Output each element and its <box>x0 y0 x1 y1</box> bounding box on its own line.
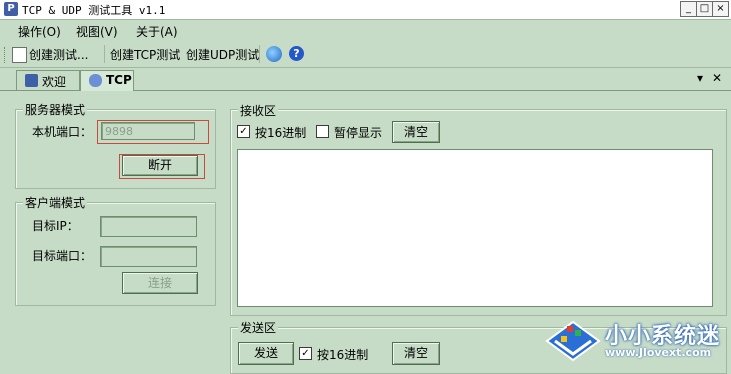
toolbar-separator <box>104 45 105 63</box>
close-button[interactable]: × <box>712 1 729 17</box>
disconnect-button[interactable]: 断开 <box>122 155 198 176</box>
tab-welcome-label: 欢迎 <box>42 75 67 89</box>
send-hex-checkbox[interactable]: ✓ <box>299 347 312 360</box>
tab-close-icon[interactable]: ✕ <box>712 71 722 85</box>
receive-clear-button[interactable]: 清空 <box>392 121 440 143</box>
toolbar-grip <box>4 47 8 63</box>
target-ip-label: 目标IP： <box>32 219 79 233</box>
connect-button[interactable]: 连接 <box>122 272 198 294</box>
local-port-input[interactable]: 9898 <box>101 122 195 140</box>
server-mode-legend: 服务器模式 <box>23 101 88 118</box>
send-legend: 发送区 <box>238 319 279 336</box>
create-tcp-test-button[interactable]: 创建TCP测试 <box>110 46 180 63</box>
local-port-label: 本机端口： <box>32 125 93 139</box>
send-clear-button[interactable]: 清空 <box>392 342 440 365</box>
help-icon[interactable]: ? <box>289 46 304 61</box>
window-title: TCP & UDP 测试工具 v1.1 <box>22 4 166 17</box>
menu-operate[interactable]: 操作(O) <box>18 23 61 40</box>
watermark-logo: 小小系统迷 www.Jlovext.com <box>543 316 729 366</box>
pause-display-label: 暂停显示 <box>334 126 383 140</box>
welcome-tab-icon <box>25 74 38 87</box>
watermark-url: www.Jlovext.com <box>605 346 712 359</box>
target-port-input[interactable] <box>100 246 197 267</box>
menu-view[interactable]: 视图(V) <box>76 23 118 40</box>
tab-tcp-label: TCP <box>106 73 132 87</box>
minimize-button[interactable]: _ <box>680 1 697 17</box>
tab-tcp[interactable]: TCP <box>80 70 134 91</box>
pause-display-checkbox[interactable] <box>316 125 329 138</box>
toolbar-separator <box>259 45 260 63</box>
menu-bar: 操作(O) 视图(V) 关于(A) <box>0 20 731 41</box>
toolbar: 创建测试... 创建TCP测试 创建UDP测试 ? <box>0 41 731 68</box>
new-document-icon[interactable] <box>12 47 27 63</box>
target-port-label: 目标端口： <box>32 249 93 263</box>
receive-hex-checkbox[interactable]: ✓ <box>237 125 250 138</box>
tab-strip: 欢迎 TCP ▾ ✕ <box>0 68 731 91</box>
tcp-tab-icon <box>89 74 102 87</box>
create-test-button[interactable]: 创建测试... <box>29 46 88 63</box>
send-hex-label: 按16进制 <box>317 348 369 362</box>
title-bar: P TCP & UDP 测试工具 v1.1 _ □ × <box>0 0 731 20</box>
menu-about[interactable]: 关于(A) <box>136 23 178 40</box>
send-button[interactable]: 发送 <box>238 342 294 365</box>
client-mode-legend: 客户端模式 <box>23 194 88 211</box>
tab-dropdown-icon[interactable]: ▾ <box>697 71 703 85</box>
target-ip-input[interactable] <box>100 216 197 237</box>
receive-hex-label: 按16进制 <box>255 126 307 140</box>
maximize-button[interactable]: □ <box>696 1 713 17</box>
internet-explorer-icon[interactable] <box>266 46 282 62</box>
check-icon: ✓ <box>239 126 248 137</box>
check-icon: ✓ <box>301 348 310 359</box>
create-udp-test-button[interactable]: 创建UDP测试 <box>186 46 259 63</box>
watermark-emblem-icon <box>545 320 601 362</box>
receive-textarea[interactable] <box>237 149 713 307</box>
receive-legend: 接收区 <box>238 102 279 119</box>
app-icon: P <box>4 2 18 16</box>
tab-welcome[interactable]: 欢迎 <box>16 70 80 90</box>
